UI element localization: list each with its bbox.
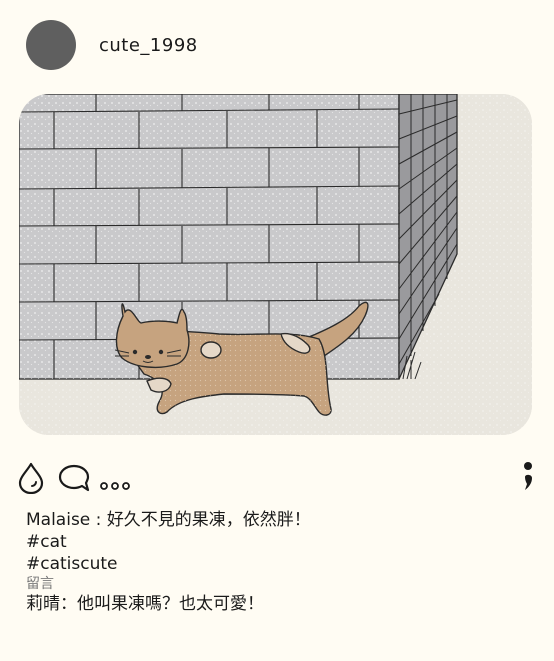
ellipsis-icon[interactable] <box>100 475 130 494</box>
caption-line: Malaise : 好久不見的果凍，依然胖！ <box>26 509 311 531</box>
post-caption: Malaise : 好久不見的果凍，依然胖！ #cat #catiscute 留… <box>26 509 311 615</box>
post-actions <box>18 461 534 495</box>
comment-text: 莉晴：他叫果凍嗎？也太可愛！ <box>26 594 264 614</box>
caption-username[interactable]: Malaise <box>26 510 90 530</box>
comments-label[interactable]: 留言 <box>26 575 311 593</box>
username[interactable]: cute_1998 <box>99 35 198 56</box>
cat-wall-illustration <box>19 94 532 435</box>
caption-text: 好久不見的果凍，依然胖！ <box>106 510 311 530</box>
speech-bubble-icon[interactable] <box>58 463 90 497</box>
drop-like-icon[interactable] <box>18 462 44 498</box>
avatar[interactable] <box>26 20 76 70</box>
caption-separator: : <box>90 510 107 530</box>
post-image[interactable] <box>19 94 532 435</box>
hashtag-catiscute[interactable]: #catiscute <box>26 553 311 575</box>
post-header: cute_1998 <box>26 20 198 70</box>
semicolon-bookmark-icon[interactable] <box>522 461 534 495</box>
hashtag-cat[interactable]: #cat <box>26 531 311 553</box>
